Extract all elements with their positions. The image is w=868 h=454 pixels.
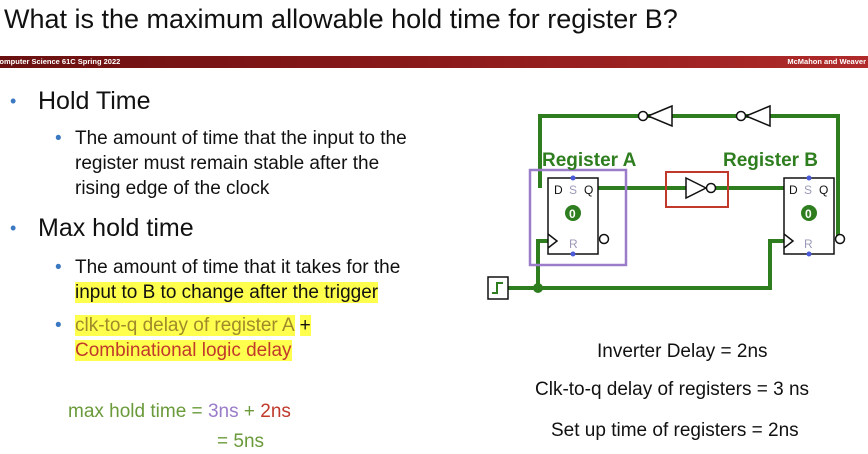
register-a-r: R bbox=[569, 237, 578, 251]
register-b-q-bubble bbox=[834, 233, 846, 245]
register-a-label: Register A bbox=[542, 150, 637, 171]
comb-inverter bbox=[685, 176, 717, 200]
note-setup-time: Set up time of registers = 2ns bbox=[551, 420, 799, 441]
clock-junction bbox=[533, 283, 543, 293]
register-b-r: R bbox=[804, 237, 813, 251]
feedback-inverter-2 bbox=[735, 104, 771, 128]
register-a-q: Q bbox=[584, 183, 593, 197]
register-b-s-pin bbox=[806, 175, 812, 181]
register-b-d: D bbox=[789, 183, 798, 197]
register-a-r-pin bbox=[570, 251, 576, 257]
register-b-s: S bbox=[804, 183, 812, 197]
register-a-q-bubble bbox=[598, 233, 610, 245]
register-b-r-pin bbox=[806, 251, 812, 257]
register-a-s: S bbox=[569, 183, 577, 197]
register-a-value: 0 bbox=[569, 207, 576, 221]
register-b-label: Register B bbox=[723, 150, 818, 171]
feedback-inverter-1 bbox=[637, 104, 673, 128]
note-clk-to-q: Clk-to-q delay of registers = 3 ns bbox=[535, 379, 810, 400]
note-inverter-delay: Inverter Delay = 2ns bbox=[597, 341, 768, 362]
register-a-d: D bbox=[554, 183, 563, 197]
register-b-value: 0 bbox=[805, 207, 812, 221]
register-b-q: Q bbox=[819, 183, 828, 197]
register-a-s-pin bbox=[570, 175, 576, 181]
